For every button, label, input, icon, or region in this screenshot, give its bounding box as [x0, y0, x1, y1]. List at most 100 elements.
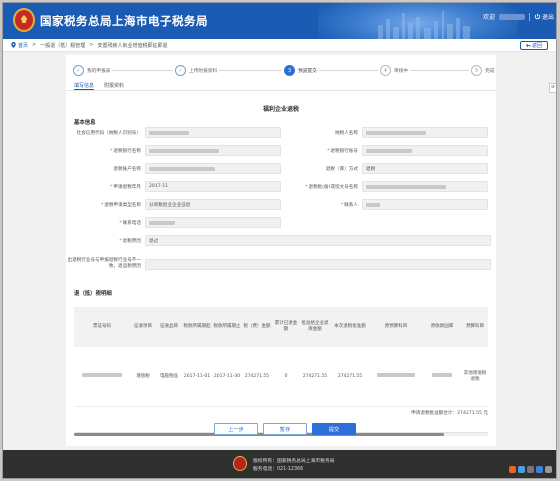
basic-info-heading: 基本信息	[74, 120, 96, 126]
apply-period-label: 申请退税年月	[113, 184, 141, 190]
account-name-label: 退税账户名称	[113, 166, 141, 172]
approval-doc-row: *退税批(备)或指文号名称	[282, 181, 488, 192]
breadcrumb-separator: >	[32, 42, 37, 48]
taxpayer-name-field[interactable]	[362, 127, 488, 138]
action-buttons: 上一步 暂存 提交	[214, 423, 356, 435]
tab-fill-info[interactable]: 填写信息	[74, 82, 95, 90]
table-header-cell: 征收项目	[134, 324, 152, 330]
table-row: 增值税 电脑物品 2017-11-01 2017-11-30 274271.55…	[74, 347, 488, 407]
refund-total: 申请退税批准额合计：274271.55 元	[411, 411, 488, 416]
reason-label: 退税原因	[122, 238, 141, 244]
tax-bureau-emblem-icon	[13, 8, 35, 32]
step-number: 3	[284, 65, 295, 76]
logout-button[interactable]: 退出	[534, 12, 554, 21]
table-cell: 增值税	[136, 373, 150, 379]
main-content: ✓ 我的申报表 ✓ 上传附报资料 3 预览提交 4 审核中 5 完成 填写信息 …	[66, 55, 497, 446]
step-check-icon: ✓	[175, 65, 186, 76]
browser-window: 国家税务总局上海市电子税务局 欢迎 退出 首页 > 一般退（抵）税管理 > 安置…	[2, 2, 557, 479]
taxpayer-name-label: 纳税人名称	[335, 130, 358, 136]
excess-reason-row: 出退税行业号与申报退税行业号不一致，退运税原因	[66, 253, 491, 275]
excess-reason-field[interactable]	[145, 258, 491, 270]
site-header: 国家税务总局上海市电子税务局 欢迎 退出	[3, 3, 556, 39]
approval-doc-label: 退税批(备)或指文号名称	[308, 184, 358, 190]
welcome-text: 欢迎	[482, 14, 495, 21]
breadcrumb-item[interactable]: 一般退（抵）税管理	[40, 42, 85, 49]
step-label: 完成	[485, 68, 495, 74]
back-button-label: 返回	[531, 43, 542, 49]
step-4: 4 审核中	[378, 65, 411, 76]
refund-detail-table: 票证号码 征收项目 征收品目 税款所属期起 税款所属期止 税（费）金额 累计已退…	[74, 307, 488, 436]
approval-doc-field[interactable]	[362, 181, 488, 192]
table-cell: 2017-11-01	[183, 373, 211, 379]
tray-app-icon[interactable]	[509, 466, 516, 473]
breadcrumb-home-label: 首页	[18, 42, 29, 49]
refund-type-label: 退税申请类型名称	[104, 202, 141, 208]
refund-method-row: 退税（库）方式 退税	[282, 163, 488, 174]
step-1: ✓ 我的申报表	[71, 65, 113, 76]
table-cell-treasury	[422, 373, 462, 380]
apply-period-field[interactable]: 2017-11	[145, 181, 281, 192]
tray-network-icon[interactable]	[518, 466, 525, 473]
refund-type-field[interactable]: 分商税退业企业征退	[145, 199, 281, 210]
tray-volume-icon[interactable]	[536, 466, 543, 473]
table-cell: 2017-11-30	[213, 373, 241, 379]
tax-id-field[interactable]	[145, 127, 281, 138]
step-label: 上传附报资料	[189, 68, 218, 74]
refund-method-label: 退税（库）方式	[325, 166, 358, 172]
refund-type-row: *退税申请类型名称 分商税退业企业征退	[66, 199, 281, 210]
tab-divider	[66, 90, 496, 91]
breadcrumb-current: 安置残疾人就业增值税即征即退	[97, 42, 168, 49]
reason-field[interactable]: 退过	[145, 235, 491, 246]
breadcrumb-separator: >	[89, 42, 94, 48]
tray-keyboard-icon[interactable]	[527, 466, 534, 473]
table-header-cell: 票证号码	[93, 324, 111, 330]
table-header: 票证号码 征收项目 征收品目 税款所属期起 税款所属期止 税（费）金额 累计已退…	[74, 307, 488, 347]
bank-account-label: 退税银行账号	[330, 148, 358, 154]
progress-steps: ✓ 我的申报表 ✓ 上传附报资料 3 预览提交 4 审核中 5 完成	[66, 65, 497, 77]
save-draft-button[interactable]: 暂存	[263, 423, 307, 435]
power-icon	[534, 13, 541, 20]
back-arrow-icon	[526, 43, 531, 48]
footer-phone: 服务电话：021-12366	[253, 467, 304, 472]
footer-emblem-icon	[233, 456, 247, 471]
submit-button[interactable]: 提交	[312, 423, 356, 435]
table-cell: 0	[284, 373, 288, 379]
tax-id-label: 社会信用代码（纳税人识别号）	[76, 130, 141, 136]
system-tray	[509, 466, 552, 473]
table-header-cell: 税（费）金额	[243, 324, 271, 330]
tab-attachments[interactable]: 附报资料	[104, 82, 124, 90]
table-header-cell: 本次退税批准额	[334, 324, 366, 330]
phone-field[interactable]	[145, 217, 281, 228]
bank-account-field[interactable]	[362, 145, 488, 156]
step-3: 3 预览提交	[282, 65, 319, 76]
reason-row: *退税原因 退过	[66, 235, 491, 246]
refresh-tool-icon[interactable]: ⟳	[549, 83, 556, 93]
bank-name-field[interactable]	[145, 145, 281, 156]
table-header-cell: 预算科目	[466, 324, 484, 330]
tray-settings-icon[interactable]	[545, 466, 552, 473]
breadcrumb-home[interactable]: 首页	[11, 42, 28, 49]
apply-period-row: *申请退税年月 2017-11	[66, 181, 281, 192]
step-label: 审核中	[394, 68, 409, 74]
contact-field[interactable]	[362, 199, 488, 210]
back-button[interactable]: 返回	[519, 41, 548, 50]
excess-reason-label: 出退税行业号与申报退税行业号不一致，退运税原因	[67, 258, 141, 269]
table-cell: 274271.55	[302, 373, 328, 379]
step-check-icon: ✓	[73, 65, 84, 76]
refund-detail-heading: 退（抵）税明细	[74, 291, 112, 297]
account-name-field[interactable]	[145, 163, 281, 174]
table-cell-budget	[370, 373, 422, 380]
step-number: 5	[471, 65, 482, 76]
steps-track	[80, 70, 480, 71]
table-cell: 电脑物品	[160, 373, 178, 379]
refund-method-field[interactable]: 退税	[362, 163, 488, 174]
table-header-cell: 批准给企业退库金额	[301, 321, 329, 332]
account-name-row: 退税账户名称	[66, 163, 281, 174]
table-header-cell: 原预算科目	[384, 324, 408, 330]
phone-row: *联系电话	[66, 217, 281, 228]
table-cell: 274271.55	[337, 373, 363, 379]
table-header-cell: 原收款国库	[430, 324, 454, 330]
prev-step-button[interactable]: 上一步	[214, 423, 258, 435]
footer-copyright: 版权所有：国家税务总局上海市税务局	[253, 459, 335, 464]
bank-account-row: *退税银行账号	[282, 145, 488, 156]
